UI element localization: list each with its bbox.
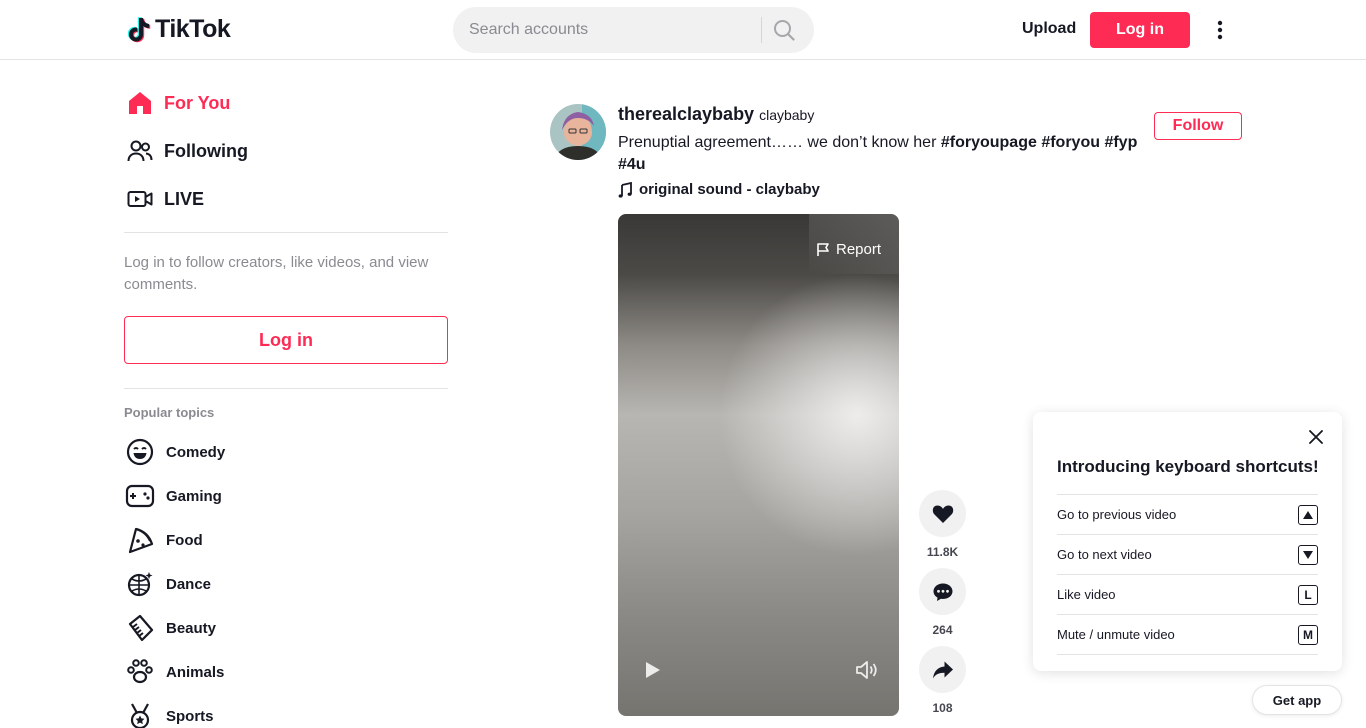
shortcut-row: Mute / unmute video M <box>1057 614 1318 654</box>
sidebar-login-button[interactable]: Log in <box>124 316 448 364</box>
share-arrow-icon <box>932 661 953 678</box>
topic-gaming-label: Gaming <box>166 487 222 505</box>
tiktok-note-icon <box>128 16 151 42</box>
popular-topics-heading: Popular topics <box>124 405 215 420</box>
top-header: TikTok Search accounts Upload Log in <box>0 0 1366 60</box>
shortcut-row: Go to next video <box>1057 534 1318 574</box>
share-button[interactable] <box>919 646 966 693</box>
header-login-button[interactable]: Log in <box>1090 12 1190 48</box>
hashtag-link[interactable]: #foryou <box>1041 134 1100 151</box>
topic-dance[interactable]: Dance <box>124 568 211 600</box>
vertical-dots-icon <box>1217 20 1223 40</box>
comment-button[interactable] <box>919 568 966 615</box>
shortcut-label: Mute / unmute video <box>1057 627 1175 642</box>
topic-food[interactable]: Food <box>124 524 203 556</box>
search-button[interactable] <box>769 16 799 44</box>
report-button[interactable]: Report <box>816 241 881 258</box>
nav-following-label: Following <box>164 140 248 161</box>
music-link[interactable]: original sound - claybaby <box>618 181 820 198</box>
hashtag-link[interactable]: #4u <box>618 156 646 173</box>
shortcuts-title: Introducing keyboard shortcuts! <box>1057 457 1319 476</box>
paw-icon <box>124 656 156 688</box>
logo-wordmark: TikTok <box>155 15 231 43</box>
pizza-icon <box>124 524 156 556</box>
people-icon <box>124 135 156 167</box>
report-label: Report <box>836 241 882 258</box>
like-button[interactable] <box>919 490 966 537</box>
sidebar-divider <box>124 388 448 389</box>
speaker-icon <box>856 661 877 679</box>
shortcut-row: Go to previous video <box>1057 494 1318 534</box>
topic-sports-label: Sports <box>166 707 214 725</box>
topic-sports[interactable]: Sports <box>124 700 214 728</box>
author-avatar[interactable] <box>550 104 606 160</box>
topic-beauty-label: Beauty <box>166 619 217 637</box>
close-popup-button[interactable] <box>1306 427 1326 447</box>
medal-icon <box>124 700 156 728</box>
topic-beauty[interactable]: Beauty <box>124 612 216 644</box>
topic-dance-label: Dance <box>166 575 212 593</box>
music-note-icon <box>618 181 632 198</box>
video-caption: Prenuptial agreement…… we don’t know her… <box>618 132 1138 176</box>
topic-gaming[interactable]: Gaming <box>124 480 222 512</box>
nav-following[interactable]: Following <box>124 135 248 167</box>
search-icon <box>774 20 795 41</box>
flag-icon <box>817 243 829 256</box>
topic-food-label: Food <box>166 531 203 549</box>
share-count: 108 <box>932 701 953 715</box>
key-down-icon <box>1298 544 1318 565</box>
get-app-button[interactable]: Get app <box>1252 685 1342 715</box>
nav-for-you-label: For You <box>164 92 231 113</box>
shortcut-divider <box>1057 654 1318 655</box>
upload-link[interactable]: Upload <box>1022 20 1076 38</box>
tiktok-logo[interactable]: TikTok <box>128 15 231 44</box>
live-icon <box>124 183 156 215</box>
sidebar-divider <box>124 232 448 233</box>
author-nickname: claybaby <box>759 107 815 123</box>
key-up-icon <box>1298 504 1318 525</box>
play-button[interactable] <box>641 659 663 681</box>
close-icon <box>1309 430 1323 444</box>
hashtag-link[interactable]: #fyp <box>1104 134 1137 151</box>
shortcut-label: Go to next video <box>1057 547 1152 562</box>
caption-text: Prenuptial agreement…… we don’t know her <box>618 134 941 151</box>
more-menu-button[interactable] <box>1208 18 1232 42</box>
like-count: 11.8K <box>926 545 959 559</box>
topic-comedy-label: Comedy <box>166 443 226 461</box>
shortcut-label: Like video <box>1057 587 1116 602</box>
topic-animals-label: Animals <box>166 663 225 681</box>
topic-animals[interactable]: Animals <box>124 656 224 688</box>
nav-for-you[interactable]: For You <box>124 87 230 119</box>
nav-live[interactable]: LIVE <box>124 183 204 215</box>
search-input[interactable]: Search accounts <box>469 21 588 39</box>
smile-icon <box>124 436 156 468</box>
login-prompt-text: Log in to follow creators, like videos, … <box>124 254 429 293</box>
volume-button[interactable] <box>855 659 879 681</box>
nav-live-label: LIVE <box>164 188 205 209</box>
key-m-icon: M <box>1298 624 1318 645</box>
gamepad-icon <box>124 480 156 512</box>
comb-icon <box>124 612 156 644</box>
comment-bubble-icon <box>933 583 952 601</box>
music-title: original sound - claybaby <box>639 181 820 198</box>
comment-count: 264 <box>932 623 953 637</box>
shortcut-label: Go to previous video <box>1057 507 1177 522</box>
shortcut-row: Like video L <box>1057 574 1318 614</box>
author-info[interactable]: therealclaybaby claybaby <box>618 104 814 125</box>
disco-ball-icon <box>124 568 156 600</box>
home-icon <box>124 87 156 119</box>
follow-button[interactable]: Follow <box>1154 112 1242 140</box>
search-bar[interactable]: Search accounts <box>453 7 814 53</box>
search-divider <box>761 17 762 43</box>
author-username[interactable]: therealclaybaby <box>618 104 754 125</box>
video-player[interactable] <box>618 214 899 716</box>
play-icon <box>646 662 660 678</box>
hashtag-link[interactable]: #foryoupage <box>941 134 1037 151</box>
key-l-icon: L <box>1298 584 1318 605</box>
heart-icon <box>932 505 953 523</box>
topic-comedy[interactable]: Comedy <box>124 436 225 468</box>
